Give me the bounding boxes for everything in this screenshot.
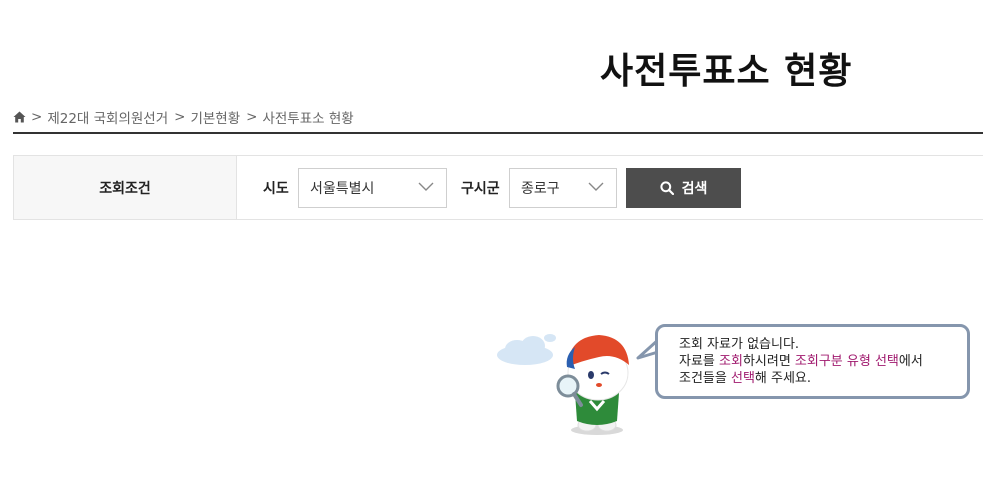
gusigun-select[interactable]: 종로구 [509, 168, 617, 208]
message-line-3: 조건들을 선택해 주세요. [679, 371, 812, 386]
page-title: 사전투표소 현황 [600, 51, 853, 92]
mascot-illustration [497, 334, 629, 435]
magnifier-icon [556, 374, 583, 407]
breadcrumb-item-basic-status[interactable]: 기본현황 [190, 107, 240, 127]
home-icon[interactable] [13, 111, 26, 123]
sido-label: 시도 [263, 181, 289, 197]
breadcrumb-separator: > [246, 109, 258, 125]
message-line-1: 조회 자료가 없습니다. [679, 337, 800, 352]
search-icon [660, 181, 674, 195]
title-divider [13, 132, 983, 134]
message-line-2: 자료를 조회하시려면 조회구분 유형 선택에서 [679, 354, 923, 369]
chevron-down-icon [418, 181, 434, 197]
search-condition-box: 조회조건 시도 서울특별시 구시군 종로구 검색 [13, 155, 983, 220]
sido-select[interactable]: 서울특별시 [298, 168, 447, 208]
breadcrumb-item-current: 사전투표소 현황 [262, 111, 354, 127]
sido-select-value: 서울특별시 [310, 181, 375, 197]
breadcrumb-separator: > [174, 109, 186, 125]
no-data-message: 조회 자료가 없습니다. 자료를 조회하시려면 조회구분 유형 선택에서 조건들… [655, 324, 970, 399]
gusigun-label: 구시군 [461, 181, 500, 197]
search-button-label: 검색 [681, 180, 708, 196]
breadcrumb-item-election[interactable]: 제22대 국회의원선거 [47, 107, 168, 127]
gusigun-select-value: 종로구 [521, 181, 560, 197]
chevron-down-icon [588, 181, 604, 197]
cloud-icon [497, 334, 556, 365]
search-button[interactable]: 검색 [626, 168, 741, 208]
breadcrumb-separator: > [31, 109, 43, 125]
condition-label: 조회조건 [14, 156, 237, 219]
breadcrumb: > 제22대 국회의원선거 > 기본현황 > 사전투표소 현황 [13, 107, 360, 127]
